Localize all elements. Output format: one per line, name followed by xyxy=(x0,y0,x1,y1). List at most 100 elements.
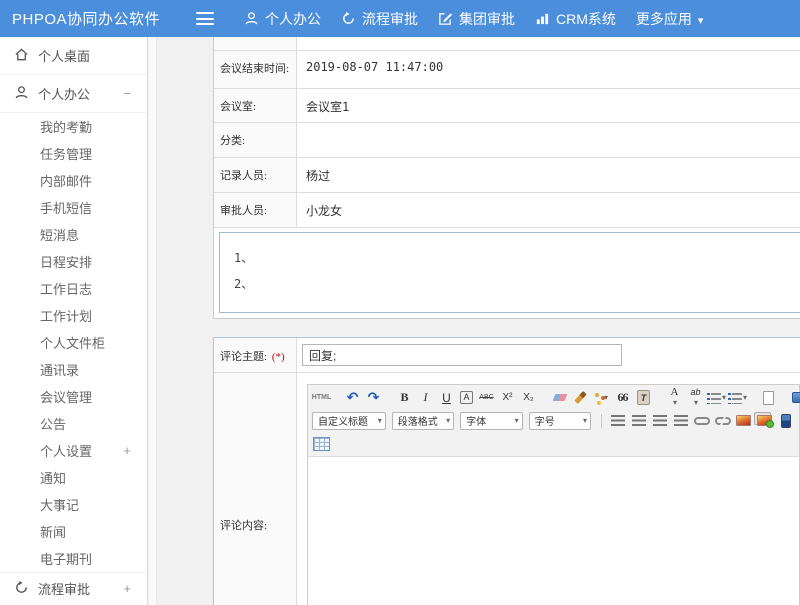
caret-down-icon xyxy=(698,11,704,27)
expand-icon[interactable]: + xyxy=(123,581,131,596)
hamburger-menu-icon[interactable] xyxy=(196,12,214,25)
field-value: 会议室1 xyxy=(297,89,800,122)
toolbar-row-1: HTML ↶ ↷ B I U A ABC X² X₂ xyxy=(312,386,795,409)
field-label: 审批人员: xyxy=(214,193,297,227)
remove-link-icon[interactable] xyxy=(713,411,732,430)
content-line: 1、 xyxy=(234,245,800,271)
font-size-select[interactable]: 字号 xyxy=(529,412,591,430)
table-row-recorder: 记录人员: 杨过 xyxy=(214,157,800,192)
chevron-down-icon xyxy=(514,415,519,426)
align-justify-icon[interactable] xyxy=(671,411,690,430)
underline-button[interactable]: U xyxy=(437,388,456,407)
ordered-list-icon[interactable] xyxy=(707,388,726,407)
editor-content-area[interactable] xyxy=(308,457,799,605)
sidebar-item-personal-office[interactable]: 个人办公 − xyxy=(0,75,147,113)
sidebar-item-workflow-approval[interactable]: 流程审批 + xyxy=(0,572,147,604)
cycle-icon xyxy=(341,11,356,26)
multi-image-upload-icon[interactable] xyxy=(755,411,774,430)
insert-link-icon[interactable] xyxy=(692,411,711,430)
nav-personal-office[interactable]: 个人办公 xyxy=(244,9,321,29)
sidebar-item-internal-mail[interactable]: 内部邮件 xyxy=(0,167,147,194)
sidebar-item-task-management[interactable]: 任务管理 xyxy=(0,140,147,167)
align-right-icon[interactable] xyxy=(650,411,669,430)
nav-crm-system[interactable]: CRM系统 xyxy=(535,9,616,29)
toolbar-row-2: 自定义标题 段落格式 字体 字号 xyxy=(312,409,795,432)
sidebar-item-meeting-management[interactable]: 会议管理 xyxy=(0,383,147,410)
blockquote-icon[interactable]: 66 xyxy=(613,388,632,407)
heading-select[interactable]: 自定义标题 xyxy=(312,412,386,430)
subscript-button[interactable]: X₂ xyxy=(519,388,538,407)
field-value: 2019-08-07 11:47:00 xyxy=(297,51,800,88)
sidebar-item-personal-desktop[interactable]: 个人桌面 xyxy=(0,37,147,75)
sidebar-item-work-plan[interactable]: 工作计划 xyxy=(0,302,147,329)
italic-button[interactable]: I xyxy=(416,388,435,407)
new-page-icon[interactable] xyxy=(759,388,778,407)
table-row-end-time: 会议结束时间: 2019-08-07 11:47:00 xyxy=(214,50,800,88)
meeting-content-box: 1、 2、 xyxy=(219,232,800,313)
comment-subject-input[interactable] xyxy=(302,344,622,366)
field-label: 会议结束时间: xyxy=(214,51,297,88)
bold-button[interactable]: B xyxy=(395,388,414,407)
sidebar-item-memorabilia[interactable]: 大事记 xyxy=(0,491,147,518)
table-row-approver: 审批人员: 小龙女 xyxy=(214,192,800,227)
nav-more-apps[interactable]: 更多应用 xyxy=(636,9,704,29)
meeting-detail-table: 会议结束时间: 2019-08-07 11:47:00 会议室: 会议室1 分类… xyxy=(213,37,800,319)
comment-content-label: 评论内容: xyxy=(214,373,297,605)
unordered-list-icon[interactable] xyxy=(728,388,747,407)
insert-media-icon[interactable] xyxy=(776,411,795,430)
edit-icon xyxy=(438,11,453,26)
superscript-button[interactable]: X² xyxy=(498,388,517,407)
bar-chart-icon xyxy=(535,11,550,26)
undo-icon[interactable]: ↶ xyxy=(343,388,362,407)
sidebar-item-announcement[interactable]: 公告 xyxy=(0,410,147,437)
table-row xyxy=(214,37,800,50)
field-label: 会议室: xyxy=(214,89,297,122)
field-value xyxy=(297,123,800,157)
collapse-icon[interactable]: − xyxy=(123,86,131,101)
chevron-down-icon xyxy=(582,415,587,426)
sidebar-item-contacts[interactable]: 通讯录 xyxy=(0,356,147,383)
chevron-down-icon xyxy=(377,415,382,426)
sidebar-item-my-attendance[interactable]: 我的考勤 xyxy=(0,113,147,140)
sidebar-item-work-log[interactable]: 工作日志 xyxy=(0,275,147,302)
highlight-color-button[interactable]: ab xyxy=(686,388,705,407)
field-value: 杨过 xyxy=(297,158,800,192)
border-text-button[interactable]: A xyxy=(460,391,473,404)
cycle-icon xyxy=(14,580,29,598)
html-source-button[interactable]: HTML xyxy=(312,388,331,407)
comment-subject-label: 评论主题: (*) xyxy=(214,338,297,372)
rich-text-editor: HTML ↶ ↷ B I U A ABC X² X₂ xyxy=(307,384,800,605)
paragraph-format-select[interactable]: 段落格式 xyxy=(392,412,454,430)
eraser-icon[interactable] xyxy=(550,388,569,407)
sidebar-item-personal-files[interactable]: 个人文件柜 xyxy=(0,329,147,356)
paste-plain-text-icon[interactable] xyxy=(634,388,653,407)
sidebar-item-news[interactable]: 新闻 xyxy=(0,518,147,545)
sidebar-item-schedule[interactable]: 日程安排 xyxy=(0,248,147,275)
insert-image-icon[interactable] xyxy=(734,411,753,430)
sidebar-item-e-journal[interactable]: 电子期刊 xyxy=(0,545,147,572)
nav-workflow-approval[interactable]: 流程审批 xyxy=(341,9,418,29)
font-color-button[interactable]: A xyxy=(665,388,684,407)
top-header: PHPOA协同办公软件 个人办公 流程审批 集团审批 CRM系统 xyxy=(0,0,800,37)
top-nav: 个人办公 流程审批 集团审批 CRM系统 更多应用 xyxy=(244,9,703,29)
format-brush-icon[interactable] xyxy=(571,388,590,407)
home-icon xyxy=(14,47,29,65)
person-icon xyxy=(14,85,29,103)
sidebar-item-short-message[interactable]: 短消息 xyxy=(0,221,147,248)
sidebar-item-notice[interactable]: 通知 xyxy=(0,464,147,491)
insert-table-icon[interactable] xyxy=(312,434,331,453)
fullscreen-icon[interactable] xyxy=(790,388,800,407)
nav-group-approval[interactable]: 集团审批 xyxy=(438,9,515,29)
expand-icon[interactable]: + xyxy=(123,443,131,458)
redo-icon[interactable]: ↷ xyxy=(364,388,383,407)
sidebar-item-sms[interactable]: 手机短信 xyxy=(0,194,147,221)
sidebar-item-personal-settings[interactable]: 个人设置 + xyxy=(0,437,147,464)
font-family-select[interactable]: 字体 xyxy=(460,412,522,430)
toolbar-row-3 xyxy=(312,432,795,455)
align-center-icon[interactable] xyxy=(629,411,648,430)
strikethrough-button[interactable]: ABC xyxy=(477,388,496,407)
person-icon xyxy=(244,11,259,26)
sidebar: 个人桌面 个人办公 − 我的考勤 任务管理 内部邮件 手机短信 短消息 日程安排… xyxy=(0,37,148,605)
auto-typeset-icon[interactable] xyxy=(592,388,611,407)
align-left-icon[interactable] xyxy=(608,411,627,430)
